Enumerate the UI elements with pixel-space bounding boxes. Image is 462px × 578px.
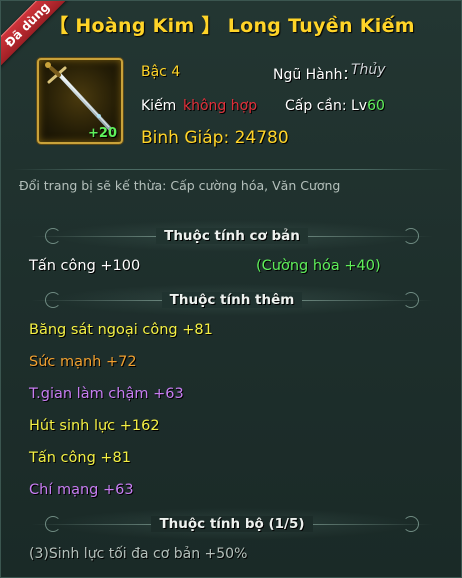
item-tooltip-panel: Đã dùng 【 Hoàng Kim 】 Long Tuyền Kiếm +2…: [0, 0, 462, 578]
item-title: 【 Hoàng Kim 】 Long Tuyền Kiếm: [49, 15, 415, 37]
required-level-value: 60: [367, 98, 385, 114]
ornament-right: [403, 228, 419, 244]
ornament-right: [403, 292, 419, 308]
extra-attr-item: Chí mạng +63: [29, 482, 134, 498]
required-level-prefix: Cấp cần: Lv: [285, 98, 368, 114]
combat-score: Binh Giáp: 24780: [141, 128, 289, 148]
extra-attr-header: Thuộc tính thêm: [31, 289, 433, 311]
tier-label: Bậc 4: [141, 64, 181, 80]
element-value: Thủy: [351, 62, 386, 78]
extra-attr-title: Thuộc tính thêm: [161, 292, 303, 308]
set-attr-header: Thuộc tính bộ (1/5): [31, 513, 433, 535]
extra-attr-item: Sức mạnh +72: [29, 354, 137, 370]
element-label: Ngũ Hành：: [273, 67, 357, 83]
ornament-left: [45, 292, 61, 308]
extra-attr-item: Tấn công +81: [29, 450, 131, 466]
weapon-type-status: không hợp: [183, 98, 258, 114]
enhance-bonus: (Cường hóa +40): [256, 258, 381, 274]
enhance-level: +20: [88, 126, 117, 141]
set-attr-title: Thuộc tính bộ (1/5): [151, 516, 313, 532]
ornament-right: [403, 516, 419, 532]
item-icon-frame[interactable]: +20: [37, 58, 123, 144]
base-attack-stat: Tấn công +100: [29, 258, 141, 274]
extra-attr-item: Băng sát ngoại công +81: [29, 322, 213, 338]
inherit-note: Đổi trang bị sẽ kế thừa: Cấp cường hóa, …: [19, 178, 341, 193]
base-attr-header: Thuộc tính cơ bản: [31, 225, 433, 247]
ornament-left: [45, 516, 61, 532]
divider: [13, 169, 451, 170]
base-attr-title: Thuộc tính cơ bản: [156, 228, 308, 244]
weapon-type-label: Kiếm: [141, 98, 177, 114]
required-level-label: Cấp cần: Lv60: [285, 98, 385, 114]
ornament-left: [45, 228, 61, 244]
extra-attr-item: T.gian làm chậm +63: [29, 386, 184, 402]
set-bonus: (3)Sinh lực tối đa cơ bản +50%: [29, 546, 248, 562]
extra-attr-item: Hút sinh lực +162: [29, 418, 160, 434]
